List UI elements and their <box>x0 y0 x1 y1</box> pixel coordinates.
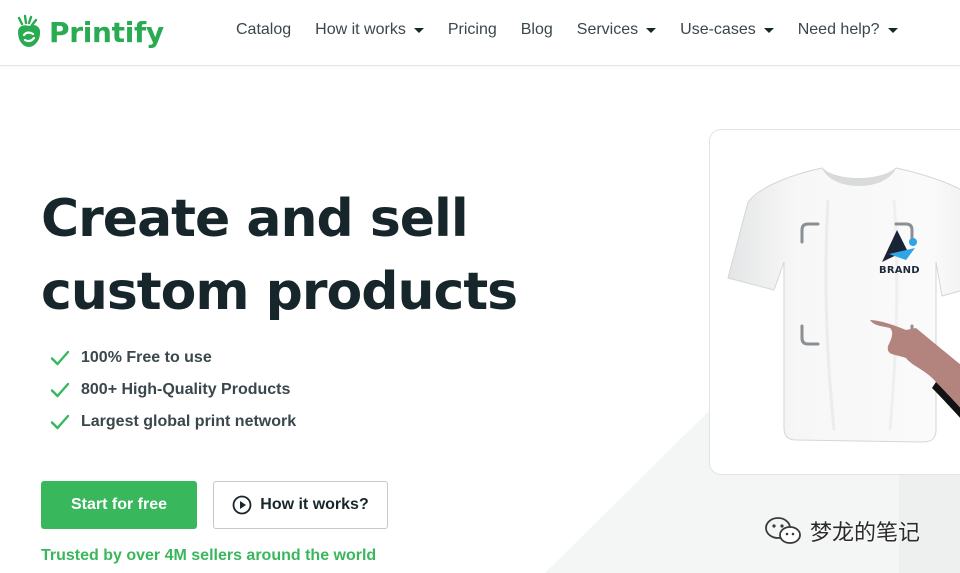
printify-logo[interactable]: Printify <box>15 12 164 52</box>
watermark-text: 梦龙的笔记 <box>810 521 921 546</box>
feature-item: 800+ High-Quality Products <box>50 374 296 406</box>
nav-services[interactable]: Services <box>576 21 657 39</box>
nav-pricing[interactable]: Pricing <box>448 21 497 39</box>
product-preview-card: BRAND <box>709 129 960 475</box>
nav-use-cases[interactable]: Use-cases <box>680 21 774 39</box>
check-icon <box>50 350 70 366</box>
headline-line-2: custom products <box>41 262 518 322</box>
hero-headline: Create and sell custom products <box>41 183 561 329</box>
tshirt-mockup-image <box>727 167 960 443</box>
nav-label: Pricing <box>447 21 497 38</box>
wechat-watermark: 梦龙的笔记 <box>764 515 920 547</box>
headline-line-1: Create and sell <box>41 189 469 249</box>
check-icon <box>50 382 70 398</box>
nav-label: Services <box>576 21 639 38</box>
nav-need-help[interactable]: Need help? <box>798 21 898 39</box>
start-for-free-button[interactable]: Start for free <box>41 481 197 529</box>
nav-label: Use-cases <box>680 21 756 38</box>
wechat-icon <box>765 517 801 544</box>
check-icon <box>50 414 70 430</box>
nav-blog[interactable]: Blog <box>521 21 553 39</box>
how-it-works-button[interactable]: How it works? <box>213 481 388 529</box>
feature-list: 100% Free to use 800+ High-Quality Produ… <box>50 342 296 438</box>
feature-text: 800+ High-Quality Products <box>81 381 291 398</box>
site-header: Printify Catalog How it works Pricing Bl… <box>0 0 960 66</box>
play-circle-icon <box>232 495 252 515</box>
nav-label: Blog <box>520 21 553 38</box>
nav-label: Catalog <box>236 21 292 38</box>
brand-label: BRAND <box>879 265 920 276</box>
chevron-down-icon <box>763 28 774 33</box>
main-nav: Catalog How it works Pricing Blog Servic… <box>236 0 922 60</box>
feature-item: Largest global print network <box>50 406 296 438</box>
chevron-down-icon <box>646 28 657 33</box>
printify-logo-icon <box>17 14 41 47</box>
feature-text: Largest global print network <box>81 413 297 430</box>
how-it-works-label: How it works? <box>260 496 369 513</box>
nav-catalog[interactable]: Catalog <box>236 21 291 39</box>
nav-label: Need help? <box>797 21 880 38</box>
chevron-down-icon <box>413 28 424 33</box>
chevron-down-icon <box>887 28 898 33</box>
feature-text: 100% Free to use <box>81 349 212 366</box>
nav-label: How it works <box>315 21 406 38</box>
brand-name: Printify <box>49 15 164 49</box>
feature-item: 100% Free to use <box>50 342 296 374</box>
trusted-by-text: Trusted by over 4M sellers around the wo… <box>41 547 377 564</box>
nav-how-it-works[interactable]: How it works <box>315 21 424 39</box>
